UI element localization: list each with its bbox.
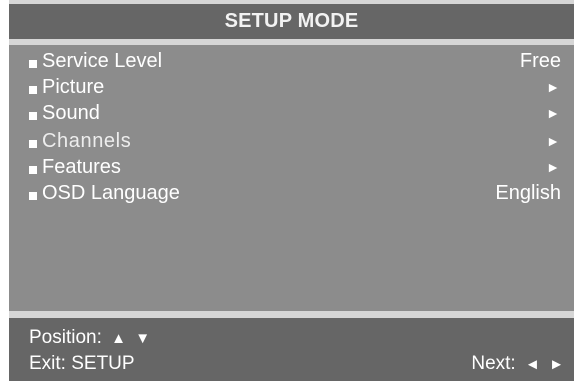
exit-hint: Exit: SETUP: [29, 353, 135, 374]
menu-item-service-level[interactable]: Service Level Free: [9, 48, 574, 74]
footer-hints: Position: ▲ ▼ Exit: SETUP Next: ◄ ►: [9, 318, 574, 381]
menu-item-label: Features: [42, 156, 121, 178]
up-arrow-icon: ▲: [111, 330, 127, 347]
right-arrow-icon: ►: [546, 133, 560, 149]
menu-item-label: Sound: [42, 102, 100, 124]
bullet-icon: [29, 112, 37, 120]
bullet-icon: [29, 166, 37, 174]
menu-item-label: Service Level: [42, 50, 163, 72]
menu-item-label: OSD Language: [42, 182, 180, 204]
menu-item-value: Free: [519, 50, 561, 72]
next-hint: Next: ◄ ►: [471, 352, 564, 377]
position-label: Position:: [29, 327, 102, 348]
right-arrow-icon: ►: [546, 159, 560, 175]
menu-item-label: Picture: [42, 76, 105, 98]
page-title: SETUP MODE: [9, 4, 574, 39]
left-arrow-icon: ◄: [525, 356, 540, 373]
down-arrow-icon: ▼: [135, 330, 151, 347]
menu-item-sound[interactable]: Sound ►: [9, 100, 574, 126]
setup-menu: Service Level Free Picture ► Sound ► Cha…: [9, 45, 574, 311]
right-arrow-icon: ►: [549, 356, 564, 373]
setup-osd-panel: SETUP MODE Service Level Free Picture ► …: [9, 0, 574, 381]
position-hint: Position: ▲ ▼: [29, 326, 150, 351]
bullet-icon: [29, 140, 37, 148]
right-arrow-icon: ►: [546, 79, 560, 95]
next-label: Next:: [471, 353, 516, 374]
bullet-icon: [29, 60, 37, 68]
menu-item-osd-language[interactable]: OSD Language English: [9, 180, 574, 206]
menu-item-picture[interactable]: Picture ►: [9, 74, 574, 100]
menu-item-label: Channels: [42, 130, 132, 152]
bullet-icon: [29, 192, 37, 200]
bullet-icon: [29, 86, 37, 94]
menu-item-value: English: [495, 182, 561, 204]
menu-item-features[interactable]: Features ►: [9, 154, 574, 180]
right-arrow-icon: ►: [546, 105, 560, 121]
menu-item-channels[interactable]: Channels ►: [9, 128, 574, 154]
